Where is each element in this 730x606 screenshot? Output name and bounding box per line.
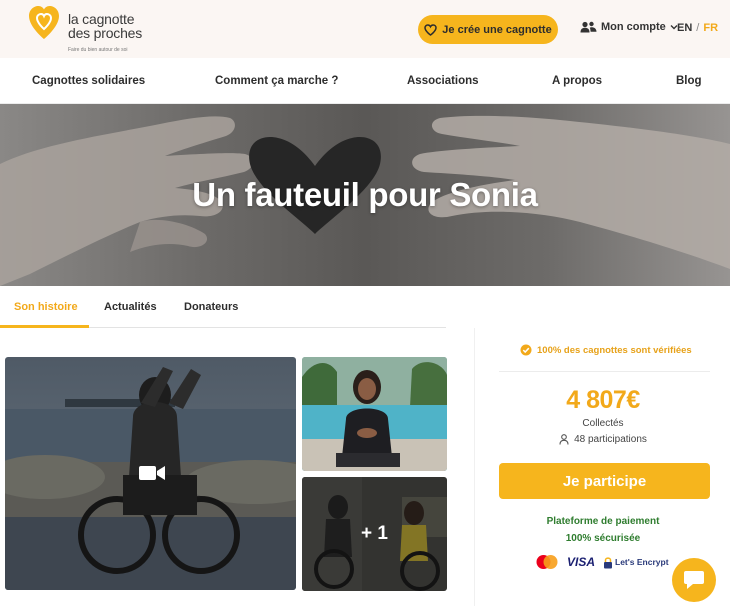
participations-text: 48 participations: [574, 434, 647, 445]
card-divider: [499, 371, 710, 372]
account-label: Mon compte: [601, 21, 666, 33]
active-tab-indicator: [0, 325, 89, 328]
letsencrypt-text: Let's Encrypt: [615, 557, 669, 567]
lock-icon: [604, 556, 613, 568]
heart-logo-icon: [29, 6, 59, 39]
lang-en[interactable]: EN: [677, 22, 692, 34]
participate-button[interactable]: Je participe: [499, 463, 710, 499]
payment-logos: VISA Let's Encrypt: [535, 554, 669, 570]
amount-collected: 4 807€: [566, 386, 640, 414]
logo[interactable]: la cagnotte des proches Faire du bien au…: [27, 5, 167, 55]
participations-count: 48 participations: [475, 434, 730, 445]
heart-outline-icon: [424, 23, 438, 36]
top-bar: la cagnotte des proches Faire du bien au…: [0, 0, 730, 58]
video-camera-icon: [139, 466, 165, 480]
collected-label: Collectés: [582, 418, 624, 429]
create-cagnotte-label: Je crée une cagnotte: [442, 23, 552, 36]
nav-item-comment[interactable]: Comment ça marche ?: [215, 75, 338, 87]
user-icon: [559, 434, 569, 445]
secure-payment-line2: 100% sécurisée: [565, 533, 641, 544]
language-switcher: EN / FR: [677, 22, 718, 34]
logo-line1: la cagnotte: [68, 11, 135, 27]
gallery-main-video[interactable]: [5, 357, 296, 590]
logo-line2: des proches: [68, 25, 143, 41]
check-badge-icon: [520, 344, 532, 356]
secure-payment-line1: Plateforme de paiement: [546, 516, 660, 527]
tab-donateurs[interactable]: Donateurs: [184, 301, 238, 313]
nav-item-cagnottes[interactable]: Cagnottes solidaires: [32, 75, 145, 87]
nav-item-associations[interactable]: Associations: [407, 75, 479, 87]
tab-son-histoire[interactable]: Son histoire: [14, 301, 78, 313]
main-nav: Cagnottes solidaires Comment ça marche ?…: [0, 58, 730, 104]
tab-actualites[interactable]: Actualités: [104, 301, 157, 313]
lang-fr[interactable]: FR: [703, 22, 718, 34]
gallery-thumbnail-1[interactable]: [302, 357, 447, 471]
hero-banner: Un fauteuil pour Sonia: [0, 104, 730, 286]
page-title: Un fauteuil pour Sonia: [192, 176, 538, 213]
visa-logo: VISA: [567, 555, 596, 569]
logo-text: la cagnotte des proches: [68, 12, 142, 40]
chat-icon: [684, 571, 704, 589]
account-menu[interactable]: Mon compte: [580, 21, 678, 33]
create-cagnotte-button[interactable]: Je crée une cagnotte: [418, 15, 558, 44]
gallery-thumbnail-2[interactable]: + 1: [302, 477, 447, 591]
verified-notice: 100% des cagnottes sont vérifiées: [520, 344, 692, 356]
logo-tagline: Faire du bien autour de soi: [68, 47, 128, 53]
lang-separator: /: [696, 22, 700, 34]
mastercard-icon: [536, 555, 558, 569]
content-tabs: Son histoire Actualités Donateurs: [0, 286, 446, 328]
thumbnail-photo-pool: [302, 357, 447, 471]
users-icon: [580, 21, 597, 33]
nav-item-apropos[interactable]: A propos: [552, 75, 602, 87]
letsencrypt-logo: Let's Encrypt: [603, 556, 669, 569]
verified-text: 100% des cagnottes sont vérifiées: [537, 344, 692, 356]
chat-button[interactable]: [672, 558, 716, 602]
more-photos-count: + 1: [361, 523, 388, 544]
nav-item-blog[interactable]: Blog: [676, 75, 702, 87]
